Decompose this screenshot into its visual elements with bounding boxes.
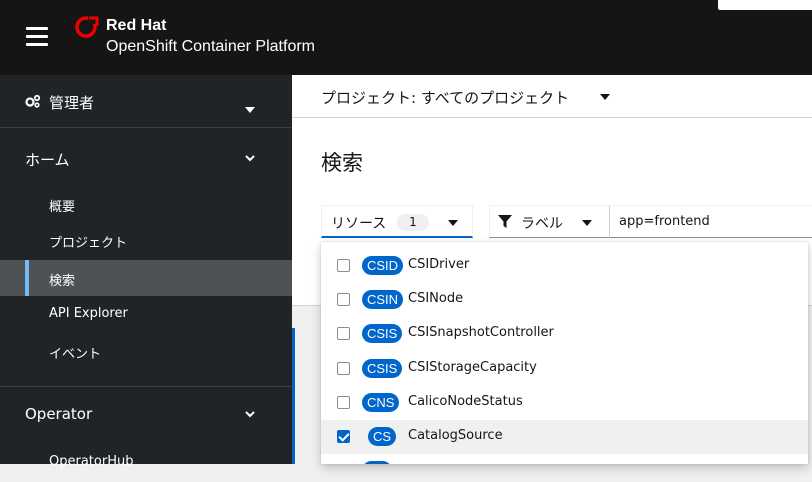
resource-option-partial[interactable] — [321, 454, 808, 464]
checkbox[interactable] — [337, 259, 350, 272]
page-title: 検索 — [321, 151, 363, 175]
resource-option[interactable]: CSIN CSINode — [321, 283, 808, 317]
perspective-label: 管理者 — [49, 94, 95, 112]
resource-option[interactable]: CNS CalicoNodeStatus — [321, 386, 808, 420]
nav-item-label: イベント — [49, 347, 102, 362]
resource-option[interactable]: CSID CSIDriver — [321, 249, 808, 283]
brand-name: Red Hat — [106, 17, 167, 34]
caret-down-icon — [582, 220, 592, 226]
nav-item-api-explorer[interactable]: API Explorer — [0, 296, 292, 332]
caret-down-icon[interactable] — [600, 94, 610, 100]
label-search-input[interactable]: app=frontend — [609, 205, 812, 238]
resource-kind-name: CSISnapshotController — [408, 325, 554, 340]
nav-item-label: OperatorHub — [49, 454, 134, 469]
resource-kind-name: CatalogSource — [408, 428, 503, 443]
masthead: Red Hat OpenShift Container Platform — [0, 0, 812, 75]
nav-item-events[interactable]: イベント — [0, 333, 292, 369]
caret-down-icon — [245, 99, 255, 117]
nav-item-search[interactable]: 検索 — [0, 260, 292, 296]
resource-kind-name: CalicoNodeStatus — [408, 394, 523, 409]
nav-item-label: API Explorer — [49, 306, 128, 321]
resource-option[interactable]: CSIS CSISnapshotController — [321, 317, 808, 351]
masthead-toolbar-box[interactable] — [718, 0, 812, 10]
resource-kind-badge: CS — [368, 427, 397, 446]
sidebar: 管理者 ホーム 概要 プロジェクト 検索 API Explorer イベント O… — [0, 75, 292, 469]
resource-option[interactable]: CSIS CSIStorageCapacity — [321, 352, 808, 386]
checkbox[interactable] — [337, 362, 350, 375]
nav-section-operator[interactable]: Operator — [0, 387, 292, 427]
nav-item-label: プロジェクト — [49, 236, 128, 251]
caret-down-icon — [448, 220, 458, 226]
resource-kind-badge: CNS — [362, 393, 400, 412]
nav-item-overview[interactable]: 概要 — [0, 186, 292, 222]
checkbox-checked[interactable] — [337, 430, 350, 443]
perspective-switcher[interactable]: 管理者 — [0, 75, 292, 127]
resource-kind-badge: CSIS — [362, 359, 403, 378]
gears-icon — [25, 94, 41, 108]
filter-type-label: ラベル — [521, 216, 563, 232]
checkbox[interactable] — [337, 396, 350, 409]
resource-kind-badge: CSID — [362, 256, 404, 275]
resource-kind-badge: CSIS — [362, 324, 403, 343]
resource-kind-name: CSIDriver — [408, 257, 470, 272]
nav-item-label: 概要 — [49, 200, 76, 215]
nav-item-operatorhub[interactable]: OperatorHub — [0, 446, 292, 482]
resource-menu: CSID CSIDriver CSIN CSINode CSIS CSISnap… — [321, 242, 808, 464]
filter-type-dropdown[interactable]: ラベル — [489, 205, 609, 238]
nav-section-operator-label: Operator — [25, 405, 93, 423]
filter-icon — [498, 215, 512, 228]
nav-item-label: 検索 — [49, 274, 76, 289]
project-bar: プロジェクト: すべてのプロジェクト — [292, 75, 812, 118]
resource-dropdown-toggle[interactable]: リソース 1 — [321, 205, 473, 238]
redhat-logo-icon — [75, 15, 99, 38]
resource-option[interactable]: CS CatalogSource — [321, 420, 808, 454]
checkbox[interactable] — [337, 327, 350, 340]
resource-kind-badge: CSIN — [362, 290, 404, 309]
chevron-down-icon — [245, 155, 255, 162]
nav-section-home-label: ホーム — [25, 151, 70, 169]
resource-kind-name: CSIStorageCapacity — [408, 360, 537, 375]
resource-toggle-label: リソース — [331, 216, 387, 232]
nav-section-home[interactable]: ホーム — [0, 128, 292, 169]
results-accent-bar — [292, 328, 295, 464]
hamburger-icon[interactable] — [26, 27, 48, 46]
checkbox[interactable] — [337, 293, 350, 306]
project-selector[interactable]: プロジェクト: すべてのプロジェクト — [321, 87, 569, 108]
resource-count-badge: 1 — [397, 214, 429, 231]
nav-item-projects[interactable]: プロジェクト — [0, 222, 292, 258]
chevron-down-icon — [245, 411, 255, 418]
product-name: OpenShift Container Platform — [106, 38, 315, 55]
resource-kind-name: CSINode — [408, 291, 464, 306]
